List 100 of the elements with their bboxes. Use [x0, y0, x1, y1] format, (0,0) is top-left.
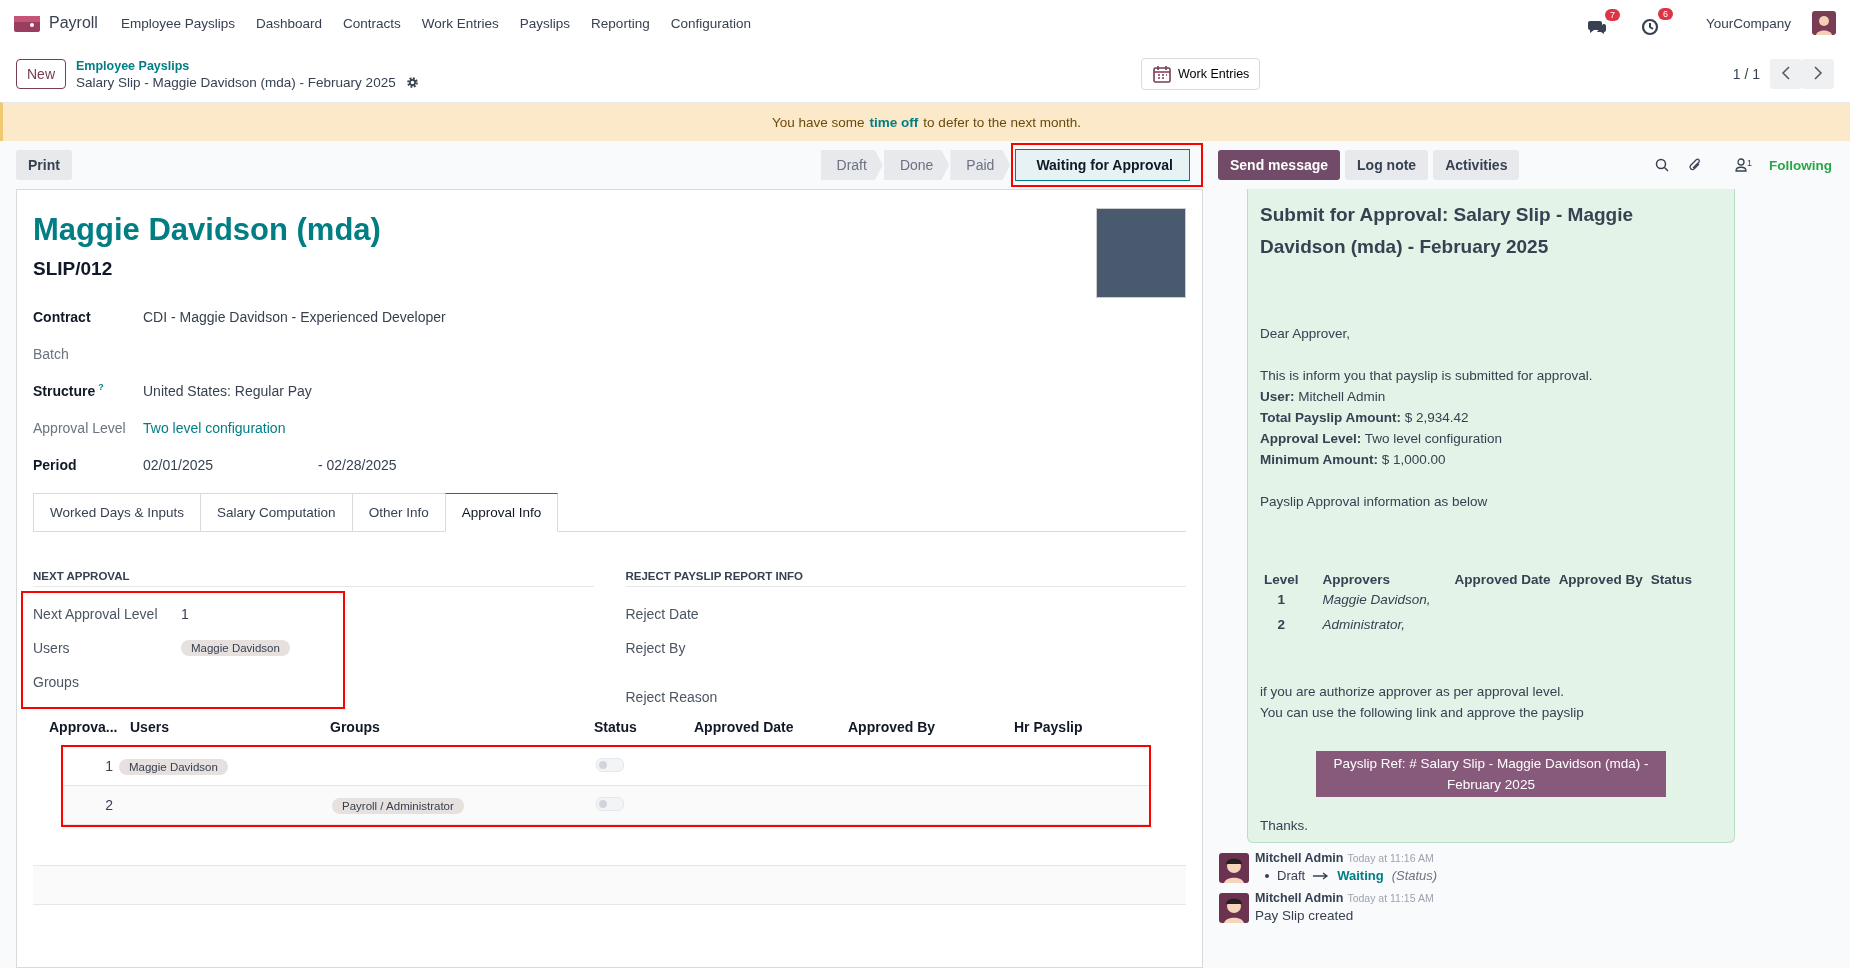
time-off-alert: You have some time off to defer to the next month.	[0, 102, 1850, 141]
mail-text: Approval Level: Two level configuration	[1260, 430, 1504, 448]
activity-count-badge: 6	[1657, 8, 1673, 20]
status-toggle[interactable]	[596, 796, 624, 811]
chevron-left-icon	[1781, 65, 1791, 80]
record-title: Salary Slip - Maggie Davidson (mda) - February 2025	[76, 74, 396, 90]
table-cell-text: Administrator,	[1321, 616, 1407, 634]
work-entries-button[interactable]: Work Entries	[1141, 58, 1261, 90]
column-header: Status	[1649, 572, 1693, 587]
column-header[interactable]: Groups	[330, 719, 594, 735]
mail-text: Payslip Approval information as below	[1260, 493, 1489, 511]
menu-item[interactable]: Contracts	[343, 15, 401, 31]
new-value: Waiting	[1337, 868, 1384, 883]
date-field[interactable]: 02/01/2025	[143, 456, 318, 473]
chat-bubbles-icon	[1587, 19, 1606, 35]
column-header[interactable]: Approved By	[848, 719, 1014, 735]
pager-counter: 1 / 1	[1732, 66, 1760, 82]
breadcrumb-link[interactable]: Employee Payslips	[76, 58, 419, 73]
table-cell-text: 1	[1276, 591, 1286, 609]
field-link[interactable]: Two level configuration	[143, 419, 286, 436]
menu-item[interactable]: Payslips	[519, 15, 571, 31]
paperclip-icon[interactable]	[1688, 157, 1702, 173]
status-stage[interactable]: Paid	[950, 150, 1011, 180]
settings-icon[interactable]	[405, 75, 419, 89]
company-name[interactable]: YourCompany	[1705, 15, 1791, 31]
menu-item[interactable]: Dashboard	[255, 15, 322, 31]
table-cell-text: 1	[104, 758, 114, 774]
mail-text: This is inform you that payslip is submitted for approval.	[1260, 367, 1594, 385]
menu-item[interactable]: Work Entries	[421, 15, 499, 31]
chevron-right-icon	[1813, 65, 1823, 80]
section-heading: REJECT PAYSLIP REPORT INFO	[625, 570, 1186, 587]
status-stage[interactable]: Waiting for Approval	[1015, 149, 1190, 181]
field-label: Period	[33, 456, 78, 473]
menu-item[interactable]: Reporting	[591, 15, 650, 31]
mail-text: Total Payslip Amount: $ 2,934.42	[1260, 409, 1470, 427]
tab[interactable]: Salary Computation	[200, 493, 352, 532]
app-name-link[interactable]: Payroll	[49, 14, 98, 32]
group-tag: Payroll / Administrator	[332, 798, 464, 814]
payslip-reference: SLIP/012	[33, 258, 114, 280]
arrow-icon	[1313, 871, 1330, 880]
field-value: 1	[181, 606, 189, 622]
field-label: Reject Reason	[625, 689, 719, 705]
calendar-icon	[1152, 64, 1173, 84]
column-header[interactable]: Status	[594, 719, 694, 735]
field-label: Structure $^{?}$	[33, 382, 105, 399]
date-field[interactable]: - 02/28/2025	[318, 456, 397, 473]
tracked-field: (Status)	[1391, 868, 1438, 883]
field-label: Groups	[33, 674, 80, 690]
log-note-button[interactable]: Log note	[1345, 150, 1429, 180]
author-name[interactable]: Mitchell Admin	[1255, 891, 1344, 905]
mail-text: Thanks.	[1260, 817, 1310, 835]
activities-button[interactable]: Activities	[1433, 150, 1520, 180]
author-name[interactable]: Mitchell Admin	[1255, 851, 1344, 865]
followers-button[interactable]: 1	[1721, 158, 1752, 172]
status-toggle[interactable]	[596, 757, 624, 772]
message-count-badge: 7	[1604, 9, 1620, 21]
field-label: Contract	[33, 308, 92, 325]
employee-name: Maggie Davidson (mda)	[33, 212, 381, 248]
message-time: Today at 11:16 AM	[1347, 852, 1434, 864]
print-button[interactable]: Print	[16, 150, 72, 180]
search-icon[interactable]	[1655, 158, 1669, 172]
table-cell-text: 2	[104, 797, 114, 813]
new-button[interactable]: New	[16, 59, 66, 89]
message-time: Today at 11:15 AM	[1347, 892, 1434, 904]
menu-item[interactable]: Employee Payslips	[120, 15, 235, 31]
table-cell: Maggie Davidson,	[1302, 587, 1435, 612]
mail-text: User: Mitchell Admin	[1260, 388, 1387, 406]
field-value: CDI - Maggie Davidson - Experienced Developer	[143, 308, 446, 325]
tab[interactable]: Approval Info	[444, 493, 559, 532]
field-label: Reject Date	[625, 606, 700, 622]
send-message-button[interactable]: Send message	[1218, 150, 1341, 180]
tab[interactable]: Other Info	[351, 493, 445, 532]
avatar-icon	[1219, 853, 1249, 883]
mail-text: You can use the following link and approve the payslip	[1260, 704, 1585, 722]
next-button[interactable]	[1802, 59, 1834, 89]
menu-item[interactable]: Configuration	[670, 15, 751, 31]
user-avatar-icon[interactable]	[1812, 11, 1836, 35]
activities-button[interactable]: 6	[1640, 8, 1673, 38]
column-header[interactable]: Users	[130, 719, 330, 735]
time-off-link[interactable]: time off	[869, 114, 919, 130]
messages-button[interactable]: 7	[1587, 9, 1620, 37]
payslip-link[interactable]: Payslip Ref: # Salary Slip - Maggie Davidson (mda) - February 2025	[1316, 751, 1666, 797]
field-label: Approval Level	[33, 419, 127, 436]
mail-text: if you are authorize approver as per approval level.	[1260, 683, 1565, 701]
clock-icon	[1640, 18, 1659, 36]
column-header[interactable]: Approved Date	[694, 719, 848, 735]
column-header[interactable]: Hr Payslip	[1014, 719, 1134, 735]
status-stage[interactable]: Draft	[820, 150, 883, 180]
column-header[interactable]: Approva...	[33, 719, 130, 735]
app-logo-icon[interactable]	[14, 14, 40, 32]
status-stage[interactable]: Done	[883, 150, 950, 180]
mail-text: Minimum Amount: $ 1,000.00	[1260, 451, 1447, 469]
mail-text: Dear Approver,	[1260, 325, 1352, 343]
field-label: Next Approval Level	[33, 606, 159, 622]
table-cell-text: 2	[1276, 616, 1286, 634]
avatar-icon	[1219, 893, 1249, 923]
section-heading: NEXT APPROVAL	[33, 570, 594, 587]
previous-button[interactable]	[1770, 59, 1802, 89]
tab[interactable]: Worked Days & Inputs	[33, 493, 201, 532]
user-tag: Maggie Davidson	[181, 640, 290, 656]
